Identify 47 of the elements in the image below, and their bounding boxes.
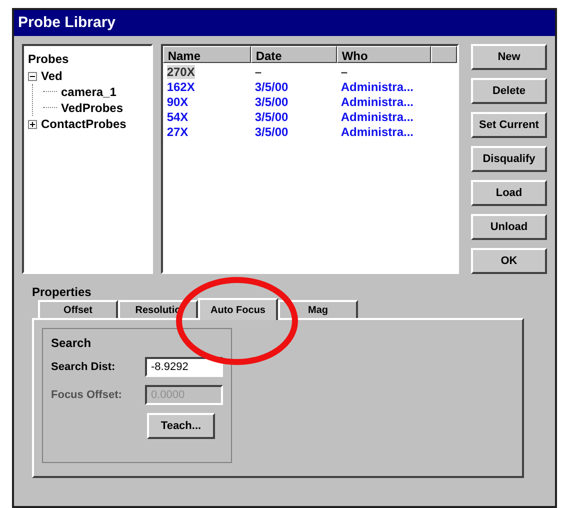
column-header[interactable]: Name [162,46,251,63]
dialog-button[interactable]: Unload [471,214,547,240]
tree-item[interactable]: VedProbes [61,99,124,117]
table-cell-text: Administra... [340,79,415,93]
table-cell-text: 3/5/00 [254,79,290,93]
dialog-button[interactable]: Set Current [471,112,547,138]
table-cell-text: 3/5/00 [254,124,290,138]
list-row[interactable]: 90X 3/5/00 Administra... [162,93,457,108]
table-cell-text: – [340,64,349,78]
table-cell-text: 90X [166,94,190,108]
collapse-icon[interactable] [28,72,37,80]
table-cell-text: 3/5/00 [254,109,290,123]
table-cell-text: – [254,64,263,78]
tab[interactable]: Offset [38,300,118,318]
tree-item[interactable]: Probes [28,50,147,68]
group-label: Search [51,337,92,349]
properties-label: Properties [32,286,92,298]
tree-item[interactable]: Ved [41,67,62,85]
dialog-button[interactable]: Delete [471,78,547,104]
column-header[interactable]: Who [336,46,431,63]
tree-item[interactable]: ContactProbes [41,115,126,133]
table-cell-text: 3/5/00 [254,94,290,108]
window-title: Probe Library [14,10,555,36]
field-label: Focus Offset: [51,388,123,403]
input-field[interactable]: -8.9292 [145,357,223,377]
dialog-button[interactable]: Load [471,180,547,206]
table-cell-text: 54X [166,109,190,123]
table-cell-text: 27X [166,124,190,138]
list-row[interactable]: 27X 3/5/00 Administra... [162,123,457,138]
table-cell-text: 270X [166,64,196,78]
table-cell-text: Administra... [340,109,415,123]
table-cell-text: 162X [166,79,196,93]
list-row[interactable]: 270X – – [162,63,457,78]
dialog-button[interactable]: OK [471,248,547,274]
tab[interactable]: Mag [278,300,358,318]
tree-item[interactable]: camera_1 [61,83,116,101]
dialog-button[interactable]: New [471,44,547,70]
teach-button[interactable]: Teach... [147,413,215,439]
table-cell-text: Administra... [340,94,415,108]
list-row[interactable]: 54X 3/5/00 Administra... [162,108,457,123]
dialog-button[interactable]: Disqualify [471,146,547,172]
column-header[interactable]: Date [250,46,337,63]
table-cell-text: Administra... [340,124,415,138]
field-label: Search Dist: [51,360,116,375]
tab[interactable]: Auto Focus [198,298,278,320]
list-row[interactable]: 162X 3/5/00 Administra... [162,78,457,93]
expand-icon[interactable] [28,120,37,128]
